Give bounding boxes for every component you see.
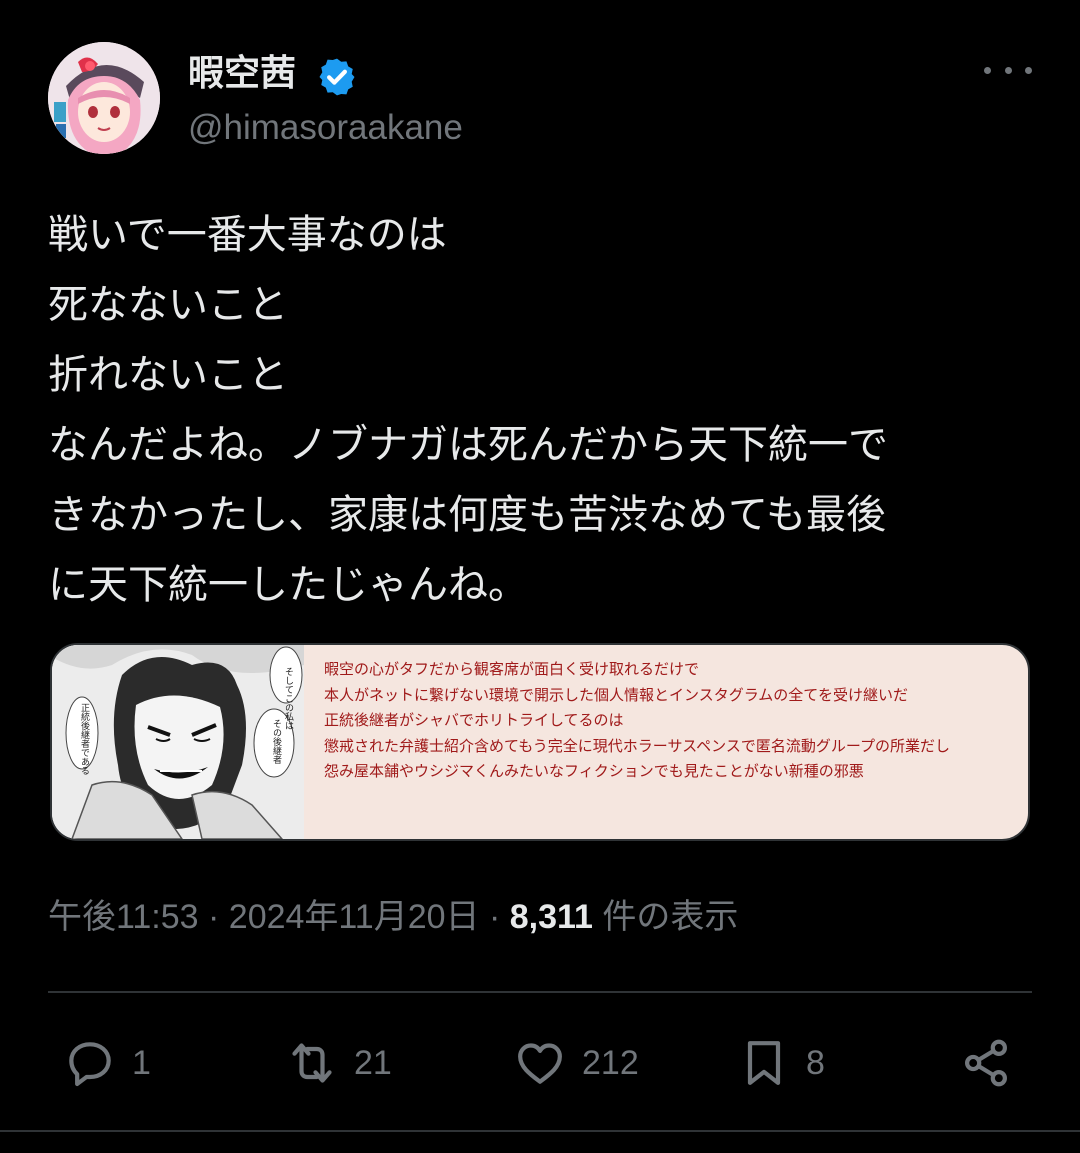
user-handle[interactable]: @himasoraakane — [188, 106, 463, 150]
divider — [48, 991, 1032, 993]
more-dot — [984, 66, 991, 74]
more-dot — [1004, 66, 1012, 74]
tweet-line: きなかったし、家康は何度も苦渋なめても最後 — [48, 492, 886, 538]
manga-illustration: そしてこの私は その後継者 正統後継者である — [52, 645, 304, 839]
reply-count: 1 — [132, 1043, 151, 1082]
views-label: 件の表示 — [592, 898, 739, 936]
bookmark-count: 8 — [806, 1043, 825, 1082]
tweet-text: 戦いで一番大事なのは 死なないこと 折れないこと なんだよね。ノブナガは死んだか… — [48, 200, 1032, 620]
verified-badge-icon — [319, 58, 355, 96]
divider — [0, 1130, 1080, 1132]
meta-separator: · — [198, 898, 229, 936]
media-text-line: 暇空の心がタフだから観客席が面白く受け取れるだけで — [324, 660, 700, 678]
tweet-line: 死なないこと — [48, 282, 288, 328]
bookmark-button[interactable]: 8 — [736, 1030, 825, 1096]
media-text-line: 正統後継者がシャバでホリトライしてるのは — [324, 711, 624, 729]
reply-button[interactable]: 1 — [62, 1030, 151, 1096]
tweet-meta: 午後11:53 · 2024年11月20日 · 8,311 件の表示 — [48, 894, 738, 940]
avatar[interactable] — [48, 42, 160, 154]
tweet-line: 折れないこと — [48, 352, 288, 398]
share-icon — [965, 1039, 1007, 1087]
tweet-header: 暇空茜 @himasoraakane — [48, 42, 1032, 158]
like-button[interactable]: 212 — [512, 1030, 639, 1096]
action-bar: 1 21 212 8 — [0, 1030, 1080, 1096]
retweet-icon — [292, 1043, 332, 1083]
manga-panel: そしてこの私は その後継者 正統後継者である — [52, 645, 304, 839]
manga-bubble-text: その後継者 — [271, 719, 282, 764]
retweet-count: 21 — [354, 1043, 392, 1082]
media-text-line: 懲戒された弁護士紹介含めてもう完全に現代ホラーサスペンスで匿名流動グループの所業… — [324, 736, 950, 755]
tweet-media-image[interactable]: そしてこの私は その後継者 正統後継者である 暇空の心がタフだから観客席が面白く… — [50, 643, 1030, 841]
display-name[interactable]: 暇空茜 — [188, 50, 296, 98]
tweet-date[interactable]: 2024年11月20日 — [229, 898, 480, 936]
heart-icon — [518, 1043, 562, 1084]
tweet-time[interactable]: 午後11:53 — [48, 898, 199, 936]
share-button[interactable] — [958, 1030, 1014, 1096]
avatar-image — [48, 42, 160, 154]
more-dot — [1025, 66, 1032, 74]
media-text-line: 本人がネットに繋げない環境で開示した個人情報とインスタグラムの全てを受け継いだ — [324, 685, 908, 704]
tweet-line: に天下統一したじゃんね。 — [48, 562, 528, 608]
media-text-block: 暇空の心がタフだから観客席が面白く受け取れるだけで 本人がネットに繋げない環境で… — [324, 657, 1024, 785]
retweet-button[interactable]: 21 — [284, 1030, 392, 1096]
media-text-line: 怨み屋本舗やウシジマくんみたいなフィクションでも見たことがない新種の邪悪 — [324, 762, 864, 780]
views-count: 8,311 — [509, 898, 593, 936]
reply-icon — [69, 1042, 111, 1087]
meta-separator: · — [479, 898, 510, 936]
tweet-line: なんだよね。ノブナガは死んだから天下統一で — [48, 422, 888, 468]
manga-bubble-text: そしてこの私は — [283, 667, 294, 730]
tweet-line: 戦いで一番大事なのは — [48, 212, 447, 258]
more-options-icon[interactable] — [984, 58, 1032, 82]
manga-bubble-text: 正統後継者である — [79, 703, 90, 775]
bookmark-icon — [747, 1041, 781, 1085]
like-count: 212 — [582, 1043, 639, 1082]
